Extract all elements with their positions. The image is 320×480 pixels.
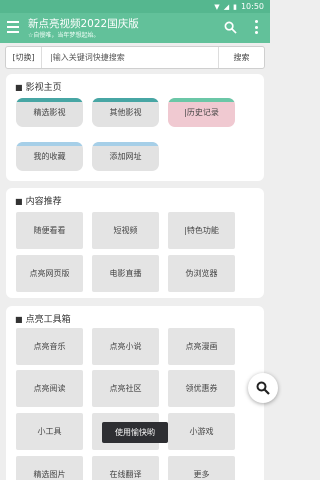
tile-more[interactable]: 更多 [168, 456, 235, 480]
tile-short-video[interactable]: 短视频 [92, 212, 159, 249]
tile-special-features[interactable]: |特色功能 [168, 212, 235, 249]
app-bar: 新点亮视频2022国庆版 ☆自慢唯，当年梦想起始。 [0, 13, 270, 43]
tile-coupons[interactable]: 领优惠券 [168, 370, 235, 407]
section-title: 影视主页 [25, 83, 62, 93]
tile-history[interactable]: |历史记录 [168, 98, 235, 127]
tile-community[interactable]: 点亮社区 [92, 370, 159, 407]
floating-search-button[interactable] [248, 373, 278, 403]
battery-icon: ▮ [233, 2, 237, 11]
tile-music[interactable]: 点亮音乐 [16, 328, 83, 365]
tile-pseudo-browser[interactable]: 伪浏览器 [168, 255, 235, 292]
tile-pictures[interactable]: 精选图片 [16, 456, 83, 480]
tile-random[interactable]: 随便看看 [16, 212, 83, 249]
tile-featured-videos[interactable]: 精选影视 [16, 98, 83, 127]
tile-add-url[interactable]: 添加网址 [92, 142, 159, 171]
search-icon [256, 381, 270, 395]
tile-movie-live[interactable]: 电影直播 [92, 255, 159, 292]
signal-icon: ◢ [223, 2, 230, 11]
status-bar: ▼ ◢ ▮ 10:50 [0, 0, 270, 13]
toast-message: 使用愉快哟 [102, 422, 168, 443]
switch-button[interactable]: [切换] [6, 47, 42, 68]
more-vert-icon[interactable] [253, 19, 259, 35]
section-recommend: ■ 内容推荐 随便看看 短视频 |特色功能 点亮网页版 电影直播 伪浏览器 [6, 188, 264, 298]
section-video-home: ■ 影视主页 精选影视 其他影视 |历史记录 我的收藏 添加网址 [6, 74, 264, 181]
wifi-icon: ▼ [214, 2, 220, 11]
tile-favorites[interactable]: 我的收藏 [16, 142, 83, 171]
tile-comics[interactable]: 点亮漫画 [168, 328, 235, 365]
hamburger-icon[interactable] [7, 21, 19, 33]
section-title: 点亮工具箱 [25, 315, 71, 325]
tile-novel[interactable]: 点亮小说 [92, 328, 159, 365]
tile-reading[interactable]: 点亮阅读 [16, 370, 83, 407]
search-button[interactable]: 搜索 [218, 47, 264, 68]
search-input[interactable]: |输入关键词快捷搜索 [42, 52, 218, 63]
search-icon[interactable] [224, 21, 237, 34]
section-title: 内容推荐 [25, 197, 62, 207]
app-title: 新点亮视频2022国庆版 [28, 18, 139, 30]
search-bar: [切换] |输入关键词快捷搜索 搜索 [5, 46, 265, 69]
section-toolbox: ■ 点亮工具箱 点亮音乐 点亮小说 点亮漫画 点亮阅读 点亮社区 领优惠券 小工具… [6, 306, 264, 480]
tile-tools[interactable]: 小工具 [16, 413, 83, 450]
tile-mini-games[interactable]: 小游戏 [168, 413, 235, 450]
tile-translate[interactable]: 在线翻译 [92, 456, 159, 480]
tile-other-videos[interactable]: 其他影视 [92, 98, 159, 127]
clock: 10:50 [240, 2, 264, 11]
tile-web-version[interactable]: 点亮网页版 [16, 255, 83, 292]
app-subtitle: ☆自慢唯，当年梦想起始。 [28, 32, 100, 39]
